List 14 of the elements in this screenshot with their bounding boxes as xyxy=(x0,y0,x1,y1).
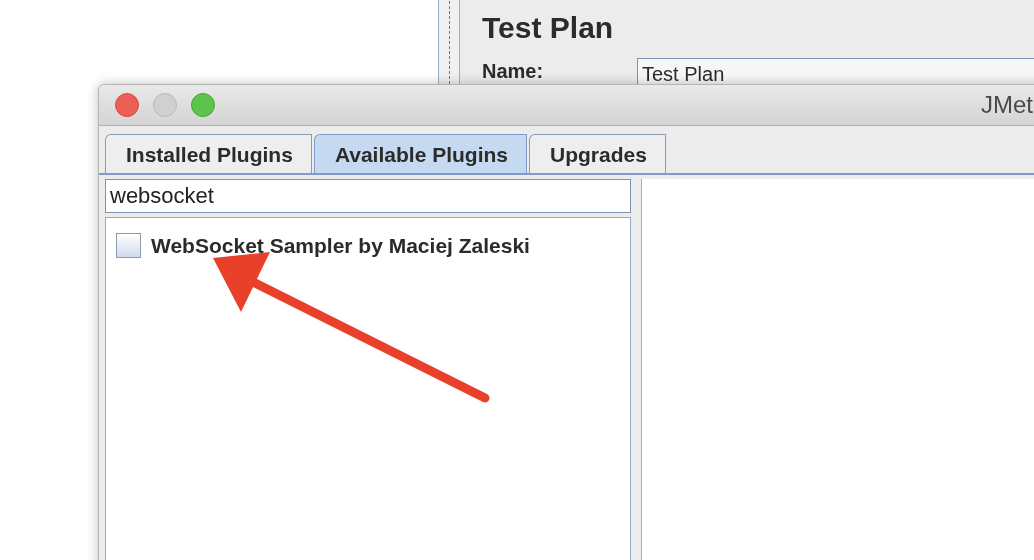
tab[interactable]: Installed Plugins xyxy=(105,134,312,173)
close-button[interactable] xyxy=(115,93,139,117)
minimize-button[interactable] xyxy=(153,93,177,117)
search-field[interactable]: websocket xyxy=(105,178,631,213)
tab[interactable]: Upgrades xyxy=(529,134,666,173)
name-field[interactable]: Test Plan xyxy=(637,58,1034,84)
name-label: Name: xyxy=(482,59,545,84)
splitter[interactable] xyxy=(438,0,460,84)
checkbox[interactable] xyxy=(116,232,141,258)
plugin-label[interactable]: WebSocket Sampler by Maciej Zaleski xyxy=(151,229,530,261)
tab[interactable]: Available Plugins xyxy=(313,134,527,173)
zoom-button[interactable] xyxy=(191,93,215,117)
panel-heading: Test Plan xyxy=(482,10,615,46)
window-title: JMet xyxy=(981,90,1033,120)
